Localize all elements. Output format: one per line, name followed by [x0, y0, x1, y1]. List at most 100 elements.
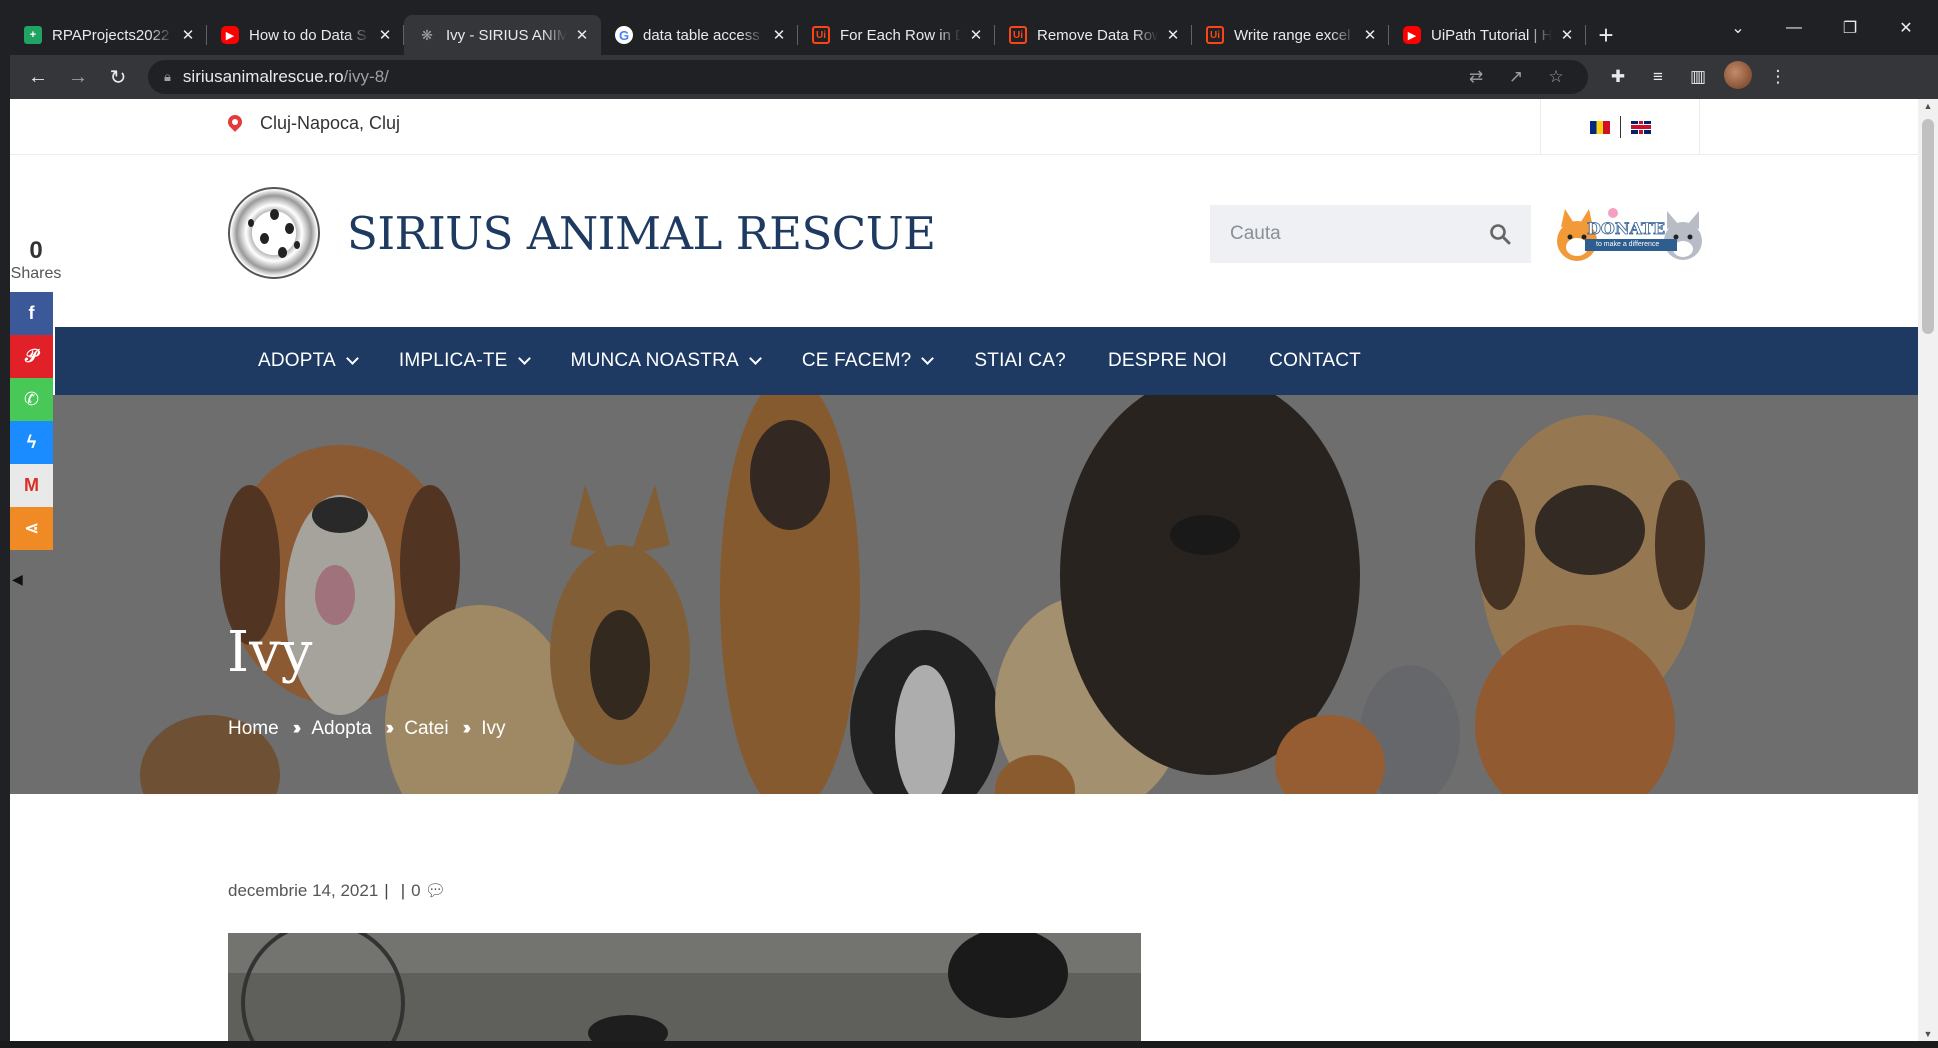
paw-icon: ❋: [421, 26, 433, 43]
avatar[interactable]: [1720, 60, 1756, 94]
youtube-icon: ▶: [1403, 26, 1421, 44]
share-icon: ⋖: [23, 518, 40, 538]
close-icon[interactable]: ✕: [967, 26, 985, 44]
post-date[interactable]: decembrie 14, 2021: [228, 881, 378, 901]
nav-label: STIAI CA?: [974, 350, 1066, 371]
reload-icon[interactable]: ↻: [98, 59, 138, 95]
nav-item-contact[interactable]: CONTACT: [1269, 350, 1361, 372]
scrollbar-thumb[interactable]: [1922, 119, 1934, 334]
english-flag-icon[interactable]: [1630, 120, 1651, 134]
browser-tab[interactable]: + RPAProjects2022 ✕: [10, 15, 207, 55]
nav-item-stiai-ca[interactable]: STIAI CA?: [974, 350, 1066, 372]
dog-photo: [228, 933, 1141, 1041]
sheets-icon: +: [24, 26, 42, 44]
close-icon[interactable]: ✕: [1558, 26, 1576, 44]
site-logo[interactable]: [228, 187, 320, 279]
search-input[interactable]: [1230, 223, 1470, 245]
uipath-icon: Ui: [812, 26, 830, 44]
translate-icon[interactable]: ⇄: [1456, 67, 1496, 87]
nav-item-munca-noastra[interactable]: MUNCA NOASTRA: [571, 350, 762, 372]
nav-item-ce-facem[interactable]: CE FACEM?: [801, 350, 935, 372]
tab-title: Ivy - SIRIUS ANIM: [446, 26, 567, 44]
kebab-menu-icon[interactable]: ⋮: [1760, 67, 1796, 87]
donate-badge[interactable]: DONATE to make a difference: [1555, 199, 1705, 269]
tab-title: data table access: [643, 26, 760, 44]
breadcrumb-catei[interactable]: Catei: [404, 718, 448, 740]
location: Cluj-Napoca, Cluj: [228, 113, 400, 134]
close-icon[interactable]: ✕: [770, 26, 788, 44]
browser-tab[interactable]: Ui Remove Data Row ✕: [995, 15, 1192, 55]
more-share-button[interactable]: ⋖: [10, 507, 53, 550]
browser-tab[interactable]: Ui For Each Row in D ✕: [798, 15, 995, 55]
nav-item-implica-te[interactable]: IMPLICA-TE: [398, 350, 531, 372]
bookmark-star-icon[interactable]: ☆: [1536, 67, 1576, 87]
breadcrumb-home[interactable]: Home: [228, 718, 279, 740]
new-tab-button[interactable]: +: [1586, 15, 1626, 55]
whatsapp-icon: ✆: [23, 389, 40, 409]
hide-share-bar-icon[interactable]: ◀: [12, 571, 23, 588]
browser-tab-active[interactable]: ❋ Ivy - SIRIUS ANIM ✕: [404, 15, 601, 55]
close-icon[interactable]: ✕: [1164, 26, 1182, 44]
scroll-down-icon[interactable]: ▼: [1918, 1029, 1938, 1039]
browser-tab[interactable]: ▶ How to do Data S ✕: [207, 15, 404, 55]
lock-icon[interactable]: 🔒︎: [164, 69, 171, 85]
nav-label: CE FACEM?: [801, 350, 912, 371]
url-path: /ivy-8/: [343, 67, 389, 86]
gmail-icon: M: [24, 475, 39, 495]
browser-tab[interactable]: G data table access ✕: [601, 15, 798, 55]
gmail-share-button[interactable]: M: [10, 464, 53, 507]
browser-tab[interactable]: Ui Write range excel ✕: [1192, 15, 1389, 55]
top-strip: [0, 0, 1938, 8]
romanian-flag-icon[interactable]: [1589, 120, 1610, 134]
page-scrollbar[interactable]: ▲ ▼: [1918, 99, 1938, 1041]
close-icon[interactable]: ✕: [179, 26, 197, 44]
share-count: 0: [29, 237, 43, 264]
nav-item-adopta[interactable]: ADOPTA: [258, 350, 359, 372]
restore-icon[interactable]: ❐: [1822, 8, 1878, 48]
share-counter: 0 Shares: [10, 237, 62, 283]
comment-icon[interactable]: 💬︎: [425, 881, 447, 901]
tab-bar: + RPAProjects2022 ✕ ▶ How to do Data S ✕…: [10, 8, 1938, 55]
breadcrumb-adopta[interactable]: Adopta: [311, 718, 371, 740]
reading-list-icon[interactable]: ≡: [1640, 67, 1676, 87]
youtube-icon: ▶: [221, 26, 239, 44]
tab-title: How to do Data S: [249, 26, 367, 44]
nav-label: IMPLICA-TE: [398, 350, 508, 371]
search-icon[interactable]: [1489, 223, 1511, 245]
scroll-up-icon[interactable]: ▲: [1918, 101, 1938, 111]
language-divider: [1619, 116, 1621, 138]
breadcrumb: Home ›› Adopta ›› Catei ›› Ivy: [228, 718, 506, 740]
side-panel-icon[interactable]: ▥: [1680, 67, 1716, 87]
browser-tab[interactable]: ▶ UiPath Tutorial | H ✕: [1389, 15, 1586, 55]
nav-item-despre-noi[interactable]: DESPRE NOI: [1108, 350, 1227, 372]
meta-divider: |: [384, 881, 389, 900]
address-bar[interactable]: 🔒︎ siriusanimalrescue.ro/ivy-8/ ⇄ ↗ ☆: [148, 60, 1588, 94]
page-viewport: Cluj-Napoca, Cluj SIRIUS ANIMAL RESCUE C…: [10, 99, 1938, 1041]
facebook-share-button[interactable]: f: [10, 292, 53, 335]
donate-subtitle: to make a difference: [1593, 241, 1663, 248]
forward-icon[interactable]: →: [58, 59, 98, 95]
comments-count[interactable]: 0: [411, 881, 420, 901]
site-title[interactable]: SIRIUS ANIMAL RESCUE: [347, 207, 936, 260]
extensions-icon[interactable]: ✚: [1600, 67, 1636, 87]
breadcrumb-current: Ivy: [481, 718, 506, 739]
site-header: SIRIUS ANIMAL RESCUE Cauta DONATE to mak…: [10, 155, 1918, 327]
minimize-icon[interactable]: —: [1766, 8, 1822, 48]
share-page-icon[interactable]: ↗: [1496, 67, 1536, 87]
facebook-icon: f: [28, 303, 35, 323]
close-icon[interactable]: ✕: [376, 26, 394, 44]
back-icon[interactable]: ←: [18, 59, 58, 95]
close-icon[interactable]: ✕: [1361, 26, 1379, 44]
tab-title: For Each Row in D: [840, 26, 961, 44]
close-icon[interactable]: ✕: [573, 26, 591, 44]
pinterest-share-button[interactable]: 𝒫: [10, 335, 53, 378]
main-navigation: ADOPTA IMPLICA-TE MUNCA NOASTRA CE FACEM…: [55, 327, 1918, 395]
nav-label: DESPRE NOI: [1107, 350, 1228, 371]
close-window-icon[interactable]: ✕: [1878, 8, 1934, 48]
nav-label: CONTACT: [1269, 350, 1361, 371]
tab-title: UiPath Tutorial | H: [1431, 26, 1552, 44]
tab-title: Write range excel: [1234, 26, 1351, 44]
whatsapp-share-button[interactable]: ✆: [10, 378, 53, 421]
messenger-share-button[interactable]: ϟ: [10, 421, 53, 464]
tab-search-chevron-icon[interactable]: ⌄: [1710, 8, 1766, 48]
